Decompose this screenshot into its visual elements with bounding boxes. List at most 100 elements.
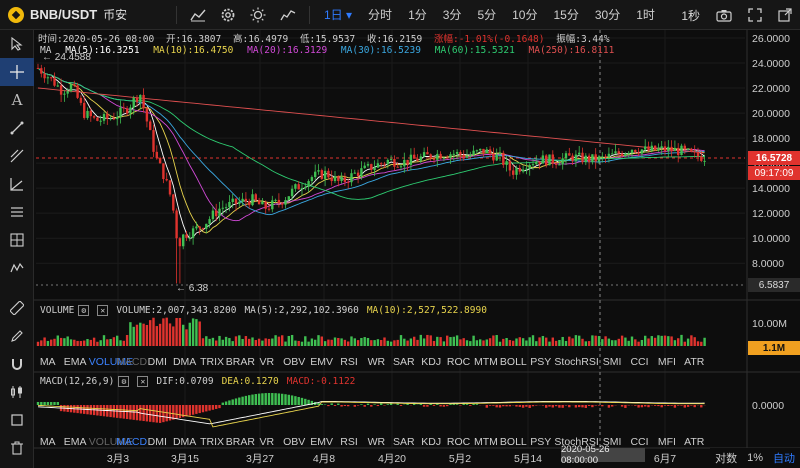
indicator-tab[interactable]: WR <box>363 356 390 370</box>
indicator-tab[interactable]: SAR <box>390 356 417 370</box>
trend-line-icon[interactable] <box>0 114 34 142</box>
volume-bar <box>439 337 442 346</box>
candlestick-chart[interactable]: 26.000024.000022.000020.000018.000016.00… <box>34 30 800 468</box>
indicator-tab[interactable]: TRIX <box>198 436 225 450</box>
interval-tab[interactable]: 15分 <box>545 0 586 30</box>
indicator-tab[interactable]: OBV <box>281 436 308 450</box>
log-scale-button[interactable]: 对数 <box>710 450 742 466</box>
interval-tab[interactable]: 1日 ▾ <box>316 0 360 30</box>
angle-tool-icon[interactable] <box>0 170 34 198</box>
pen-brush-icon[interactable] <box>0 322 34 350</box>
indicator-tab[interactable]: PSY <box>527 356 554 370</box>
indicator-tab[interactable]: TRIX <box>198 356 225 370</box>
indicator-tab[interactable]: OBV <box>281 356 308 370</box>
chart-style-icon[interactable] <box>273 0 303 30</box>
indicator-tab[interactable]: ATR <box>681 356 708 370</box>
indicator-tab[interactable]: WR <box>363 436 390 450</box>
indicator-tab[interactable]: MA <box>34 436 61 450</box>
macd-bar <box>611 405 614 407</box>
indicator-tab[interactable]: DMA <box>171 356 198 370</box>
indicator-tab[interactable]: EMA <box>61 356 88 370</box>
indicator-tab[interactable]: KDJ <box>417 436 444 450</box>
volume-ma5: MA(5):2,292,102.3960 <box>244 305 359 316</box>
indicator-tab[interactable]: DMI <box>144 356 171 370</box>
indicator-tab[interactable]: BOLL <box>500 356 527 370</box>
interval-tab[interactable]: 分时 <box>360 0 400 30</box>
indicator-tab[interactable]: EMV <box>308 436 335 450</box>
crosshair-icon[interactable] <box>0 58 34 86</box>
candle-body <box>485 149 488 154</box>
indicator-tab[interactable]: BRAR <box>226 436 255 450</box>
indicator-tab[interactable]: EMA <box>61 436 88 450</box>
indicator-tab[interactable]: ROC <box>445 356 472 370</box>
wave-pattern-icon[interactable] <box>0 254 34 282</box>
parallel-lines-icon[interactable] <box>0 198 34 226</box>
volume-bar <box>647 338 650 346</box>
macd-bar <box>158 405 162 423</box>
indicator-tab[interactable]: BOLL <box>500 436 527 450</box>
indicator-tab[interactable]: RSI <box>335 356 362 370</box>
indicator-tab[interactable]: MACD <box>116 436 147 450</box>
indicator-tab[interactable]: DMI <box>144 436 171 450</box>
candle-body <box>122 107 125 109</box>
percent-scale-button[interactable]: 1% <box>742 452 768 464</box>
current-price-tag: 16.5728 <box>748 151 800 165</box>
symbol-selector[interactable]: BNB/USDT 币安 <box>0 6 170 23</box>
refresh-rate[interactable]: 1秒 <box>673 0 708 30</box>
text-tool-icon[interactable]: A <box>0 86 34 114</box>
indicator-tab[interactable]: MFI <box>653 356 680 370</box>
indicator-tab[interactable]: VOLUME <box>89 436 133 450</box>
volume-close-icon[interactable]: ✕ <box>97 305 109 316</box>
indicators-icon[interactable] <box>183 0 213 30</box>
indicator-tab[interactable]: RSI <box>335 436 362 450</box>
volume-bar <box>624 337 627 346</box>
candle-body <box>508 161 512 171</box>
indicator-tab[interactable]: ATR <box>681 436 708 450</box>
macd-close-icon[interactable]: ✕ <box>137 376 149 387</box>
candle-body <box>92 116 96 118</box>
indicator-tab[interactable]: KDJ <box>417 356 444 370</box>
auto-scale-button[interactable]: 自动 <box>768 450 800 466</box>
candlestick-icon[interactable] <box>0 378 34 406</box>
popout-window-icon[interactable] <box>770 0 800 30</box>
delete-trash-icon[interactable] <box>0 434 34 462</box>
ray-tool-icon[interactable] <box>0 142 34 170</box>
indicator-tab[interactable]: ROC <box>445 436 472 450</box>
indicator-tab[interactable]: DMA <box>171 436 198 450</box>
indicator-tab[interactable]: SAR <box>390 436 417 450</box>
fullscreen-icon[interactable] <box>740 0 770 30</box>
indicator-tab[interactable]: MA <box>34 356 61 370</box>
indicator-tab[interactable]: StochRSI <box>554 356 598 370</box>
eraser-icon[interactable] <box>0 406 34 434</box>
interval-tab[interactable]: 1分 <box>400 0 435 30</box>
magnet-icon[interactable] <box>0 350 34 378</box>
indicator-tab[interactable]: MACD <box>116 356 147 370</box>
indicator-tab[interactable]: SMI <box>598 356 625 370</box>
indicator-tab[interactable]: CCI <box>626 356 653 370</box>
indicator-tab[interactable]: VR <box>253 436 280 450</box>
macd-settings-gear-icon[interactable]: ⚙ <box>118 376 130 387</box>
indicator-tab[interactable]: VOLUME <box>89 356 133 370</box>
interval-tab[interactable]: 10分 <box>504 0 545 30</box>
interval-tab[interactable]: 5分 <box>469 0 504 30</box>
volume-settings-gear-icon[interactable]: ⚙ <box>78 305 90 316</box>
volume-bar <box>637 341 640 346</box>
interval-tab[interactable]: 3分 <box>435 0 470 30</box>
indicator-tab[interactable]: MTM <box>472 356 499 370</box>
indicator-tab[interactable]: BRAR <box>226 356 255 370</box>
screenshot-camera-icon[interactable] <box>708 0 740 30</box>
grid-tool-icon[interactable] <box>0 226 34 254</box>
indicator-tab[interactable]: MTM <box>472 436 499 450</box>
candle-body <box>383 163 386 165</box>
indicator-tab[interactable]: VR <box>253 356 280 370</box>
theme-sun-icon[interactable] <box>243 0 273 30</box>
cursor-arrow-icon[interactable] <box>0 30 34 58</box>
settings-gear-icon[interactable] <box>213 0 243 30</box>
ruler-icon[interactable] <box>0 294 34 322</box>
indicator-tab[interactable]: EMV <box>308 356 335 370</box>
interval-tab[interactable]: 30分 <box>587 0 628 30</box>
interval-tab[interactable]: 1时 <box>628 0 663 30</box>
ma-label[interactable]: MA <box>40 45 51 56</box>
indicator-tab[interactable]: MFI <box>653 436 680 450</box>
indicator-tab[interactable]: PSY <box>527 436 554 450</box>
